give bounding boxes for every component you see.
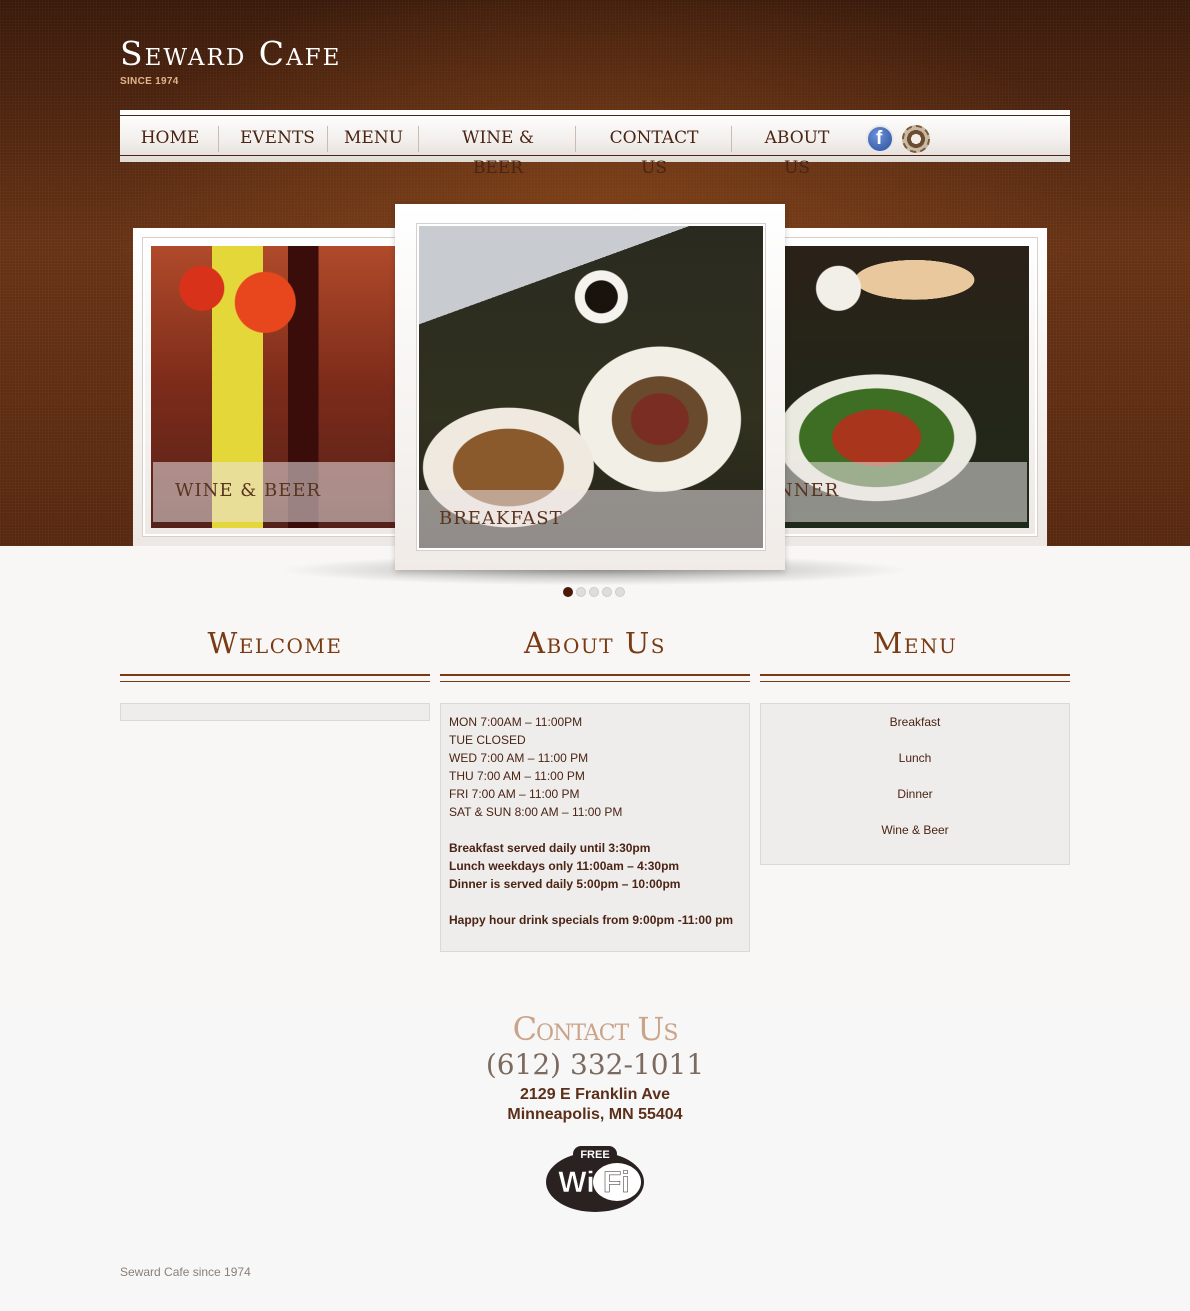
- nav-events[interactable]: EVENTS: [240, 123, 315, 153]
- wifi-text: Wi Fi: [558, 1166, 629, 1199]
- welcome-box: [120, 703, 430, 721]
- menu-link-breakfast[interactable]: Breakfast: [761, 704, 1069, 740]
- menu-link-dinner[interactable]: Dinner: [761, 776, 1069, 812]
- menu-title: Menu: [872, 626, 958, 660]
- nav-contact-us[interactable]: CONTACT US: [594, 123, 714, 178]
- nav-divider: [327, 126, 328, 152]
- welcome-title: Welcome: [207, 626, 343, 660]
- nav-about-us[interactable]: ABOUT US: [750, 123, 844, 178]
- slide-label: WINE & BEER: [153, 462, 403, 522]
- free-wifi-icon: FREE Wi Fi: [546, 1146, 644, 1212]
- nav-divider: [731, 126, 732, 152]
- nav-wine-beer[interactable]: WINE & BEER: [438, 123, 558, 178]
- hours-line: SAT & SUN 8:00 AM – 11:00 PM: [449, 805, 623, 819]
- slide-label: NNER: [777, 462, 1027, 522]
- about-divider: [440, 674, 750, 682]
- menu-divider: [760, 674, 1070, 682]
- contact-title: Contact Us: [512, 1010, 679, 1048]
- hours-line: FRI 7:00 AM – 11:00 PM: [449, 787, 580, 801]
- slide-frame: WINE & BEER: [142, 237, 414, 537]
- meal-line: Dinner is served daily 5:00pm – 10:00pm: [449, 877, 681, 891]
- logo-tagline: SINCE 1974: [120, 76, 179, 87]
- hours-text: MON 7:00AM – 11:00PM TUE CLOSED WED 7:00…: [441, 704, 749, 951]
- hours-box: MON 7:00AM – 11:00PM TUE CLOSED WED 7:00…: [440, 703, 750, 952]
- slider-dot[interactable]: [576, 587, 586, 597]
- menu-link-lunch[interactable]: Lunch: [761, 740, 1069, 776]
- slider-dot[interactable]: [602, 587, 612, 597]
- slide-dinner[interactable]: NNER: [757, 228, 1047, 546]
- slider-dot[interactable]: [563, 587, 573, 597]
- slide-breakfast[interactable]: BREAKFAST: [395, 204, 785, 570]
- slider-dot[interactable]: [615, 587, 625, 597]
- site-logo[interactable]: Seward Cafe: [120, 34, 341, 73]
- slider-pagination: [563, 587, 625, 597]
- nav-divider: [418, 126, 419, 152]
- phone-number[interactable]: (612) 332-1011: [0, 1048, 1190, 1081]
- address-line-1: 2129 E Franklin Ave: [520, 1086, 670, 1103]
- hours-line: WED 7:00 AM – 11:00 PM: [449, 751, 589, 765]
- slide-label: BREAKFAST: [419, 490, 763, 548]
- slide-wine-beer[interactable]: WINE & BEER: [133, 228, 423, 546]
- slide-frame: NNER: [766, 237, 1038, 537]
- hours-line: MON 7:00AM – 11:00PM: [449, 715, 583, 729]
- instagram-icon[interactable]: [902, 125, 930, 153]
- slide-frame: BREAKFAST: [416, 223, 766, 551]
- main-nav: HOME EVENTS MENU WINE & BEER CONTACT US …: [120, 110, 1070, 178]
- wifi-free-text: FREE: [580, 1149, 609, 1161]
- nav-divider: [575, 126, 576, 152]
- nav-divider: [218, 126, 219, 152]
- hours-line: THU 7:00 AM – 11:00 PM: [449, 769, 585, 783]
- slider-dot[interactable]: [589, 587, 599, 597]
- welcome-divider: [120, 674, 430, 682]
- meal-line: Breakfast served daily until 3:30pm: [449, 841, 651, 855]
- menu-box: Breakfast Lunch Dinner Wine & Beer: [760, 703, 1070, 865]
- address-line-2: Minneapolis, MN 55404: [507, 1106, 683, 1123]
- copyright-text: Seward Cafe since 1974: [120, 1265, 251, 1279]
- happy-hour-line: Happy hour drink specials from 9:00pm -1…: [449, 913, 734, 927]
- hours-line: TUE CLOSED: [449, 733, 526, 747]
- facebook-icon[interactable]: f: [866, 125, 894, 153]
- nav-menu[interactable]: MENU: [344, 123, 403, 153]
- about-title: About Us: [524, 626, 666, 660]
- meal-line: Lunch weekdays only 11:00am – 4:30pm: [449, 859, 680, 873]
- nav-home[interactable]: HOME: [140, 123, 200, 153]
- menu-link-wine-beer[interactable]: Wine & Beer: [761, 812, 1069, 848]
